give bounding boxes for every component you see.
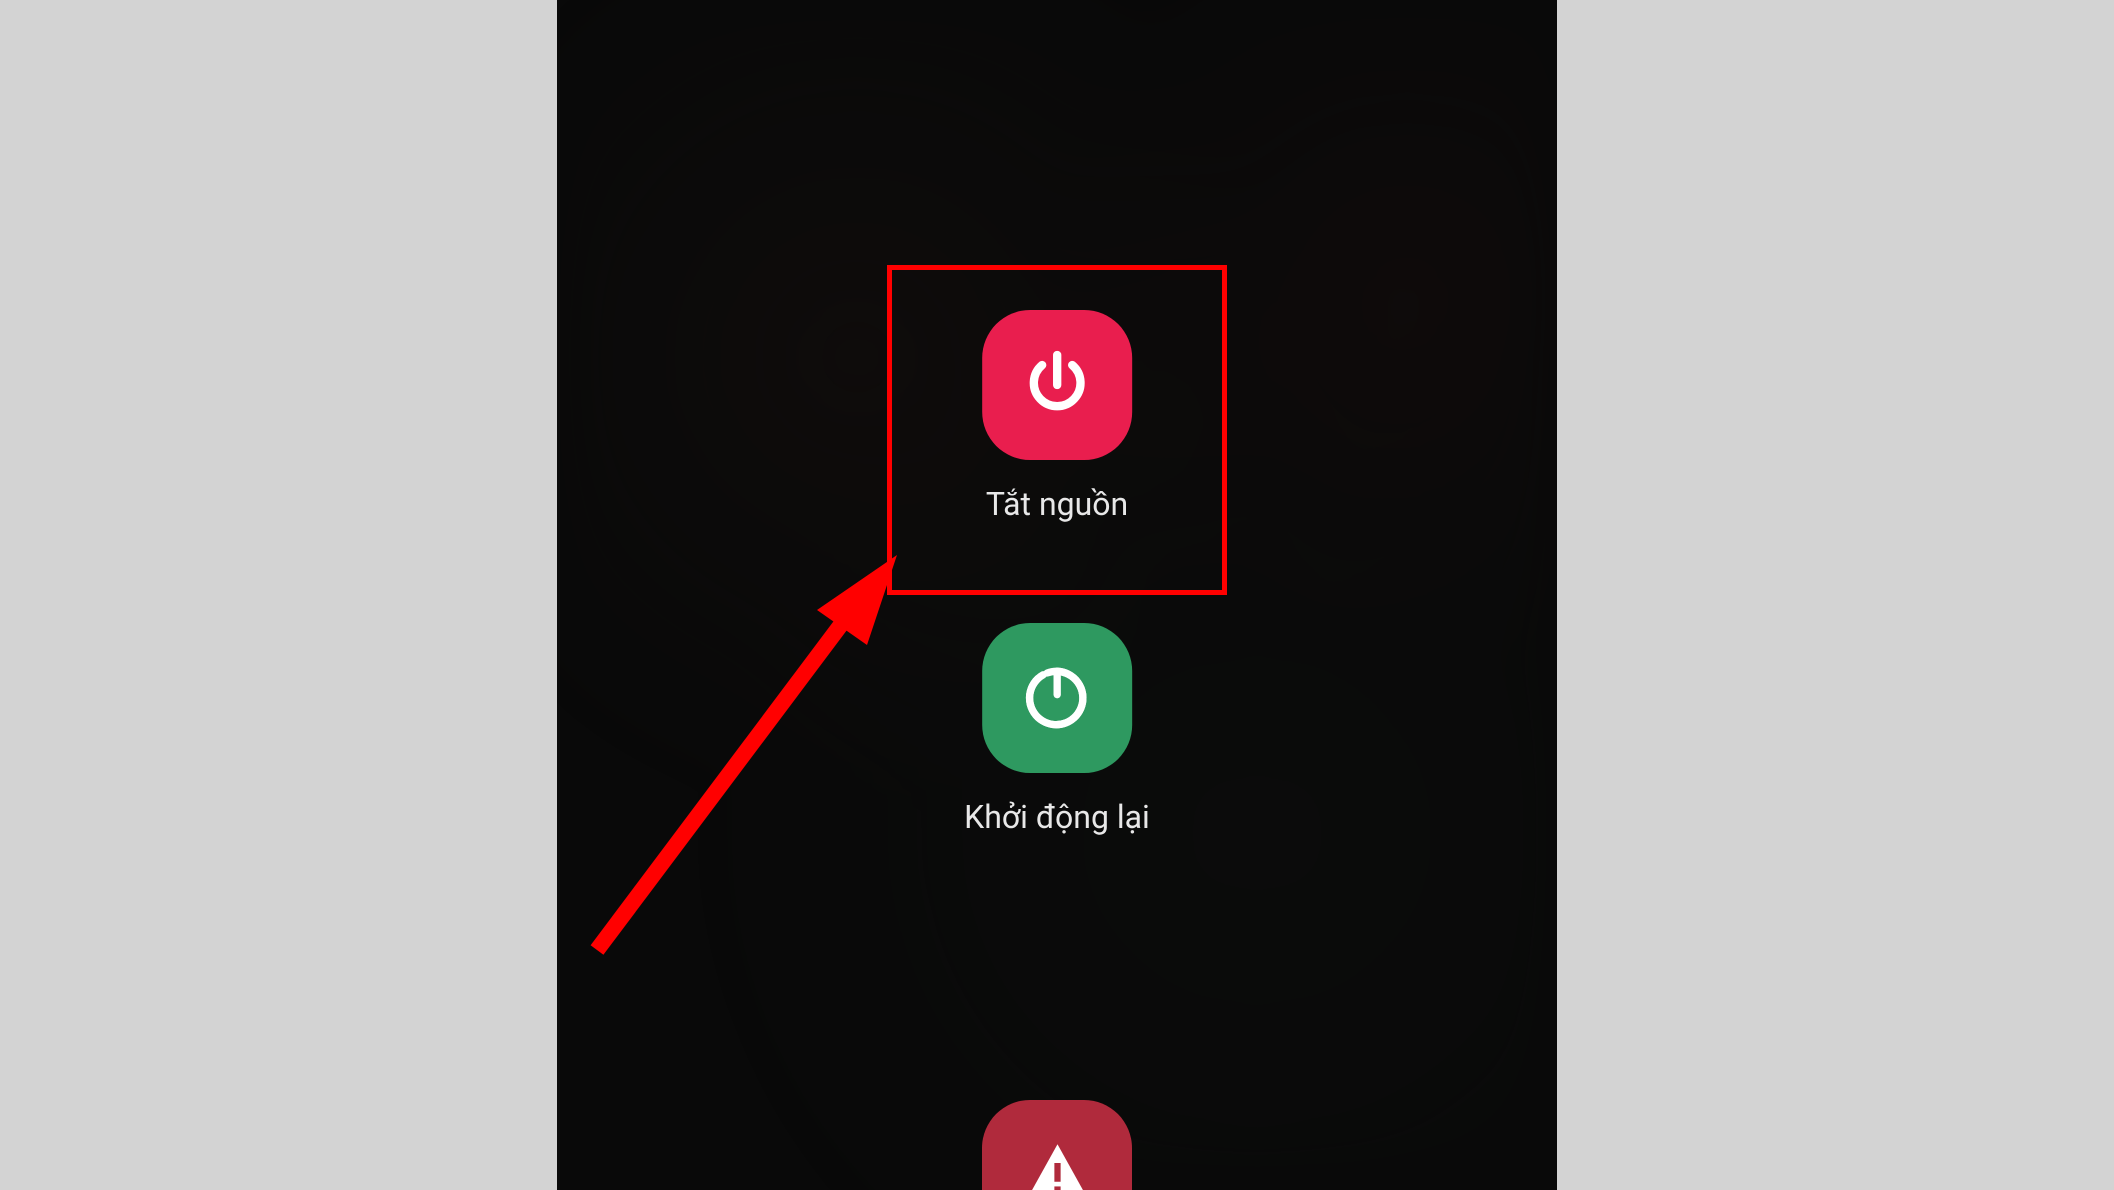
power-menu: Tắt nguồn Khởi động lại — [964, 310, 1150, 836]
power-off-label: Tắt nguồn — [986, 485, 1128, 523]
emergency-icon — [982, 1100, 1132, 1190]
phone-screen: Tắt nguồn Khởi động lại — [557, 0, 1557, 1190]
restart-button[interactable]: Khởi động lại — [964, 623, 1150, 836]
restart-icon — [982, 623, 1132, 773]
restart-label: Khởi động lại — [964, 798, 1150, 836]
emergency-button[interactable] — [982, 1100, 1132, 1190]
power-off-button[interactable]: Tắt nguồn — [982, 310, 1132, 523]
power-icon — [982, 310, 1132, 460]
